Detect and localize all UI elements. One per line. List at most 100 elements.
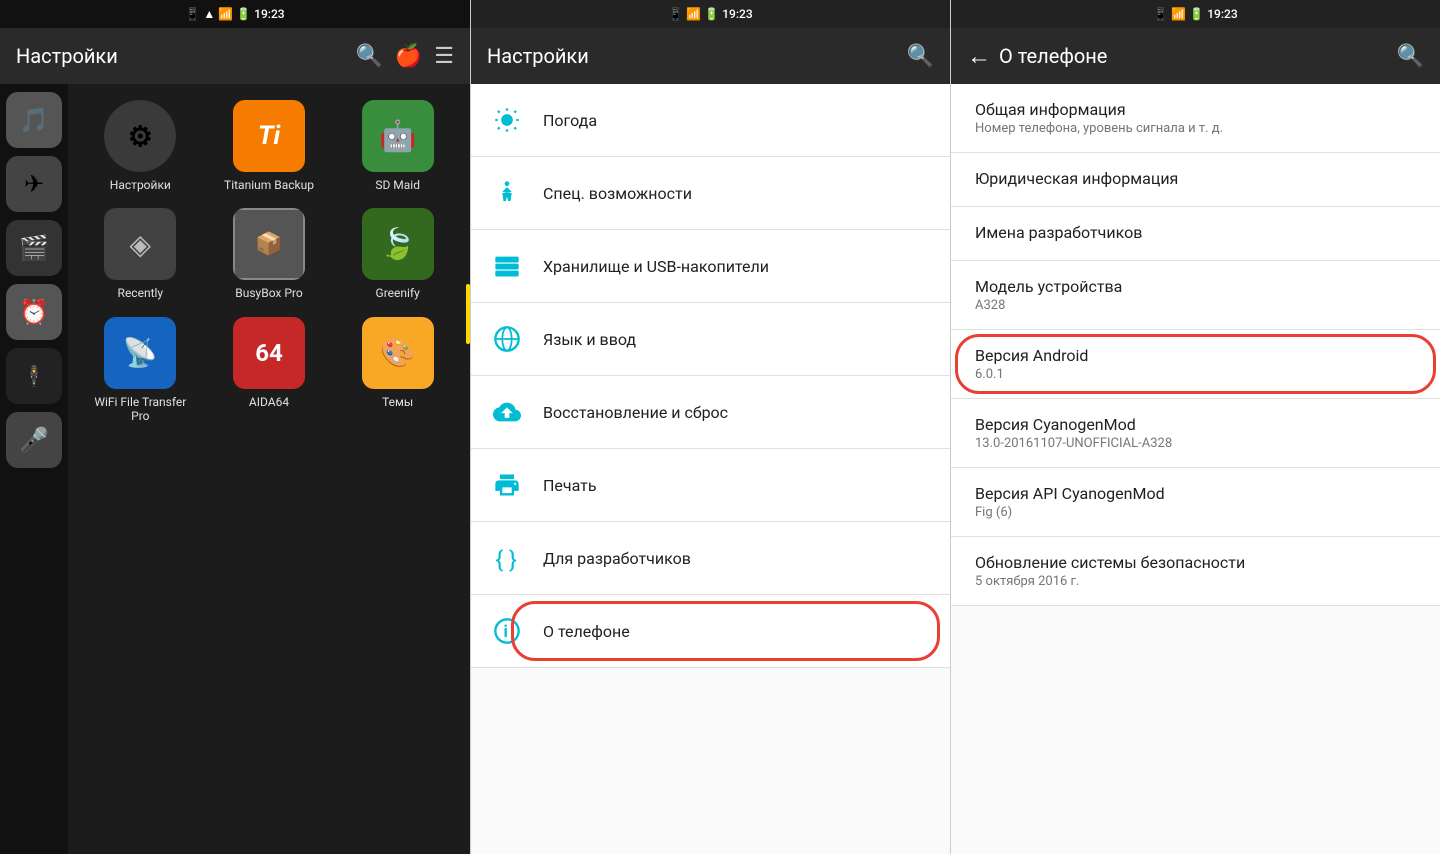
settings-about-label: О телефоне: [543, 622, 630, 641]
about-item-api[interactable]: Версия API CyanogenMod Fig (6): [951, 468, 1440, 537]
middle-panel: 📱 📶 🔋 19:23 Настройки 🔍 Погода Спец. воз…: [470, 0, 950, 854]
app-aida64-label: AIDA64: [249, 395, 289, 409]
sidebar-app-5[interactable]: 🕴: [6, 348, 62, 404]
sidebar-app-6[interactable]: 🎤: [6, 412, 62, 468]
about-item-model[interactable]: Модель устройства A328: [951, 261, 1440, 330]
middle-status-bar: 📱 📶 🔋 19:23: [471, 0, 950, 28]
app-aida64[interactable]: 64 AIDA64: [213, 317, 326, 424]
settings-storage-label: Хранилище и USB-накопители: [543, 257, 769, 276]
sidebar-app-2[interactable]: ✈: [6, 156, 62, 212]
about-android-subtitle: 6.0.1: [975, 367, 1416, 382]
middle-header-title: Настройки: [487, 44, 895, 68]
settings-item-developer[interactable]: { } Для разработчиков: [471, 522, 950, 595]
sidebar-app-4[interactable]: ⏰: [6, 284, 62, 340]
about-security-subtitle: 5 октября 2016 г.: [975, 574, 1416, 589]
settings-item-language[interactable]: Язык и ввод: [471, 303, 950, 376]
about-item-devnames[interactable]: Имена разработчиков: [951, 207, 1440, 261]
app-busybox-label: BusyBox Pro: [235, 286, 302, 300]
about-item-android[interactable]: Версия Android 6.0.1: [951, 330, 1440, 399]
about-legal-title: Юридическая информация: [975, 169, 1416, 188]
settings-item-storage[interactable]: Хранилище и USB-накопители: [471, 230, 950, 303]
right-header-title: О телефоне: [999, 44, 1389, 68]
app-grid: ⚙ Настройки Ti Titanium Backup 🤖 SD Maid: [68, 84, 470, 854]
left-status-icon2: ▲: [203, 7, 215, 21]
app-themes-label: Темы: [382, 395, 413, 409]
right-status-bar: 📱 📶 🔋 19:23: [951, 0, 1440, 28]
app-themes[interactable]: 🎨 Темы: [341, 317, 454, 424]
about-phone-icon: i: [487, 611, 527, 651]
left-status-bar: 📱 ▲ 📶 🔋 19:23: [0, 0, 470, 28]
about-general-title: Общая информация: [975, 100, 1416, 119]
right-panel: 📱 📶 🔋 19:23 ← О телефоне 🔍 Общая информа…: [950, 0, 1440, 854]
settings-item-accessibility[interactable]: Спец. возможности: [471, 157, 950, 230]
m-status-icon1: 📱: [668, 7, 683, 21]
about-cyanogen-subtitle: 13.0-20161107-UNOFFICIAL-A328: [975, 436, 1416, 451]
middle-search-icon[interactable]: 🔍: [907, 44, 934, 69]
sidebar-app-3[interactable]: 🎬: [6, 220, 62, 276]
developer-icon: { }: [487, 538, 527, 578]
app-grid-container: 🎵 ✈ 🎬 ⏰ 🕴 🎤 ⚙ Настройки Ti: [0, 84, 470, 854]
r-status-icon3: 🔋: [1189, 7, 1204, 21]
menu-icon[interactable]: ☰: [434, 44, 454, 69]
about-api-subtitle: Fig (6): [975, 505, 1416, 520]
settings-item-weather[interactable]: Погода: [471, 84, 950, 157]
left-status-time: 19:23: [254, 7, 284, 21]
r-status-icon2: 📶: [1171, 7, 1186, 21]
about-devnames-title: Имена разработчиков: [975, 223, 1416, 242]
app-titanium[interactable]: Ti Titanium Backup: [213, 100, 326, 192]
right-header: ← О телефоне 🔍: [951, 28, 1440, 84]
left-status-content: 📱 ▲ 📶 🔋 19:23: [185, 7, 284, 21]
about-cyanogen-title: Версия CyanogenMod: [975, 415, 1416, 434]
app-sdmaid[interactable]: 🤖 SD Maid: [341, 100, 454, 192]
app-wifi-label: WiFi File Transfer Pro: [84, 395, 197, 424]
about-list: Общая информация Номер телефона, уровень…: [951, 84, 1440, 854]
scroll-indicator: [466, 284, 470, 344]
settings-language-label: Язык и ввод: [543, 330, 636, 349]
app-titanium-label: Titanium Backup: [224, 178, 314, 192]
app-wifi-transfer[interactable]: 📡 WiFi File Transfer Pro: [84, 317, 197, 424]
middle-status-time: 19:23: [722, 7, 752, 21]
apple-icon[interactable]: 🍎: [395, 44, 422, 69]
app-greenify[interactable]: 🍃 Greenify: [341, 208, 454, 300]
svg-text:i: i: [504, 622, 508, 641]
settings-weather-label: Погода: [543, 111, 597, 130]
app-settings[interactable]: ⚙ Настройки: [84, 100, 197, 192]
left-status-icon4: 🔋: [236, 7, 251, 21]
settings-developer-label: Для разработчиков: [543, 549, 691, 568]
storage-icon: [487, 246, 527, 286]
about-item-general[interactable]: Общая информация Номер телефона, уровень…: [951, 84, 1440, 153]
about-model-subtitle: A328: [975, 298, 1416, 313]
left-header: Настройки 🔍 🍎 ☰: [0, 28, 470, 84]
left-header-title: Настройки: [16, 44, 343, 68]
settings-item-print[interactable]: Печать: [471, 449, 950, 522]
weather-icon: [487, 100, 527, 140]
app-recently[interactable]: ◈ Recently: [84, 208, 197, 300]
about-item-cyanogen[interactable]: Версия CyanogenMod 13.0-20161107-UNOFFIC…: [951, 399, 1440, 468]
settings-list: Погода Спец. возможности Хранилище и USB…: [471, 84, 950, 854]
about-general-subtitle: Номер телефона, уровень сигнала и т. д.: [975, 121, 1416, 136]
right-status-content: 📱 📶 🔋 19:23: [1153, 7, 1237, 21]
settings-print-label: Печать: [543, 476, 597, 495]
settings-item-backup[interactable]: Восстановление и сброс: [471, 376, 950, 449]
right-status-time: 19:23: [1207, 7, 1237, 21]
about-android-title: Версия Android: [975, 346, 1416, 365]
settings-backup-label: Восстановление и сброс: [543, 403, 728, 422]
left-panel: 📱 ▲ 📶 🔋 19:23 Настройки 🔍 🍎 ☰ 🎵 ✈ 🎬 ⏰ 🕴 …: [0, 0, 470, 854]
settings-item-about[interactable]: i О телефоне: [471, 595, 950, 668]
app-busybox[interactable]: 📦 BusyBox Pro: [213, 208, 326, 300]
about-item-legal[interactable]: Юридическая информация: [951, 153, 1440, 207]
r-status-icon1: 📱: [1153, 7, 1168, 21]
left-status-icon1: 📱: [185, 7, 200, 21]
about-item-security[interactable]: Обновление системы безопасности 5 октябр…: [951, 537, 1440, 606]
back-button[interactable]: ←: [967, 42, 991, 71]
app-settings-label: Настройки: [110, 178, 171, 192]
sidebar-app-1[interactable]: 🎵: [6, 92, 62, 148]
right-search-icon[interactable]: 🔍: [1397, 44, 1424, 69]
language-icon: [487, 319, 527, 359]
m-status-icon3: 🔋: [704, 7, 719, 21]
sidebar-icons: 🎵 ✈ 🎬 ⏰ 🕴 🎤: [0, 84, 68, 854]
middle-header: Настройки 🔍: [471, 28, 950, 84]
app-greenify-label: Greenify: [376, 286, 420, 300]
app-sdmaid-label: SD Maid: [375, 178, 420, 192]
search-icon[interactable]: 🔍: [355, 44, 382, 69]
